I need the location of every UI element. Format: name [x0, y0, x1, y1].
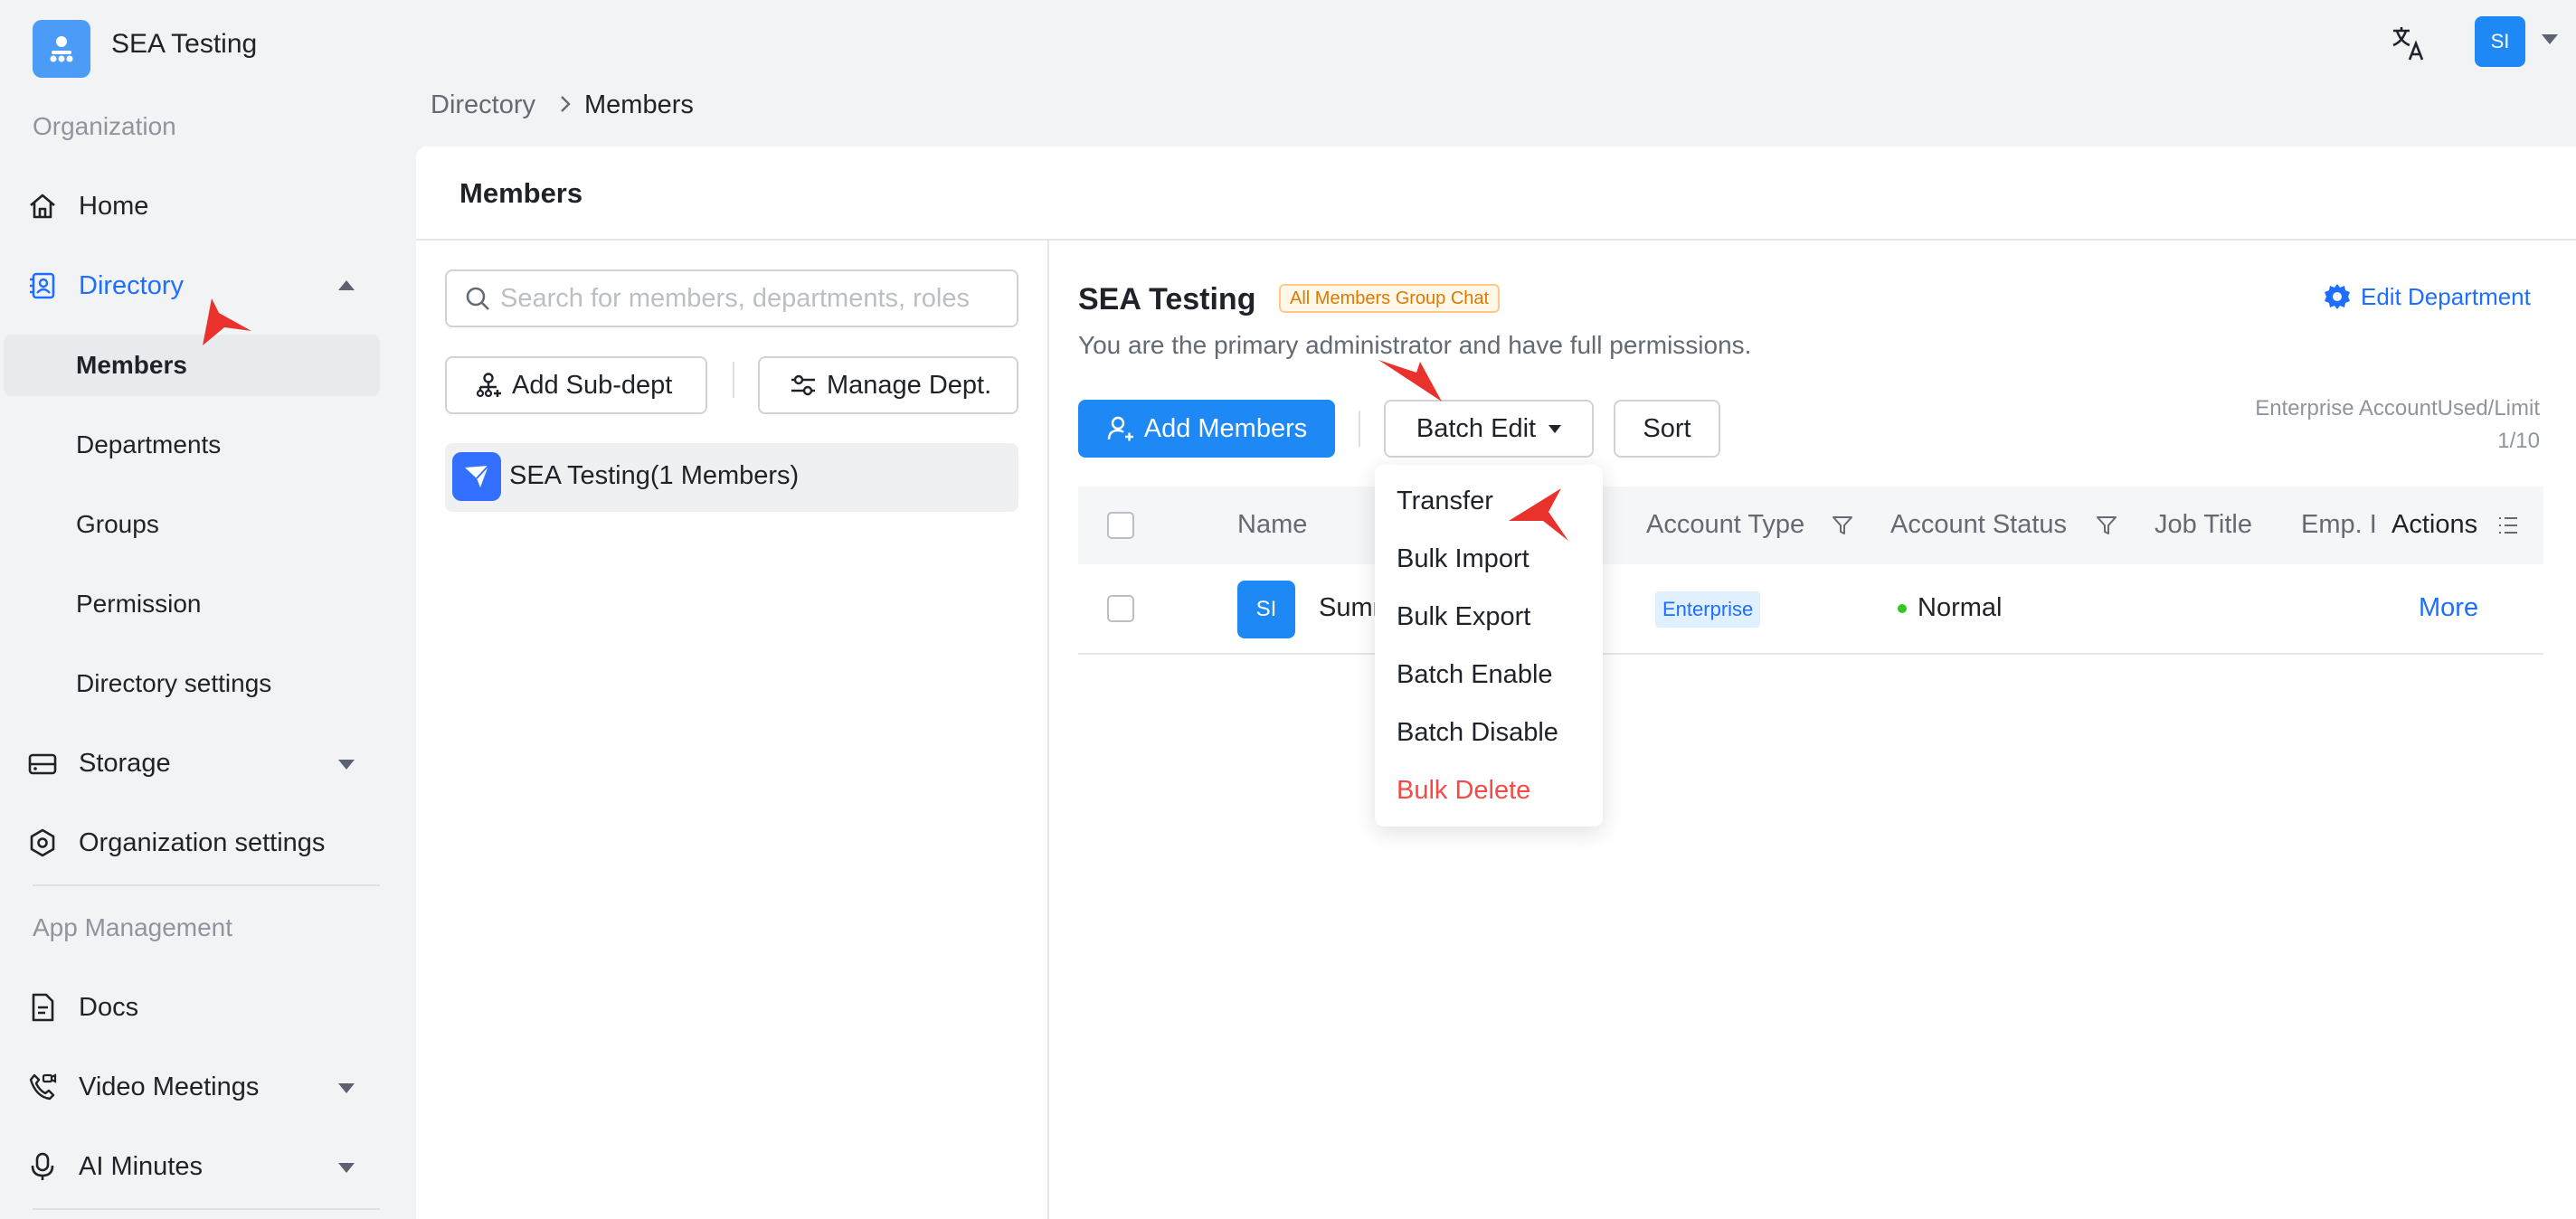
sidebar-section-apps: App Management	[33, 913, 233, 941]
sidebar-item-storage[interactable]: Storage	[0, 732, 380, 794]
account-type-tag: Enterprise	[1655, 591, 1761, 628]
sidebar-divider	[33, 884, 380, 886]
search-icon	[466, 287, 489, 310]
sort-button[interactable]: Sort	[1614, 400, 1720, 458]
chevron-up-icon[interactable]	[338, 280, 355, 290]
column-name: Name	[1237, 510, 1308, 539]
app-name: SEA Testing	[111, 29, 258, 59]
select-all-checkbox[interactable]	[1107, 512, 1134, 539]
chevron-down-icon[interactable]	[338, 1163, 355, 1173]
row-checkbox[interactable]	[1107, 595, 1134, 622]
account-quota-value: 1/10	[2497, 429, 2540, 453]
breadcrumb-current: Members	[584, 90, 694, 119]
translate-icon[interactable]	[2388, 24, 2428, 63]
sidebar-divider	[33, 1208, 380, 1210]
video-call-icon	[29, 1073, 57, 1101]
sidebar-item-docs[interactable]: Docs	[0, 977, 380, 1038]
sidebar-item-label: Organization settings	[79, 827, 326, 857]
button-separator	[733, 362, 734, 398]
manage-dept-label: Manage Dept.	[827, 370, 992, 400]
card-divider	[416, 239, 2576, 241]
menu-item-batch-enable[interactable]: Batch Enable	[1397, 660, 1553, 690]
column-job-title: Job Title	[2155, 510, 2252, 539]
sidebar-section-organization: Organization	[33, 112, 176, 140]
sidebar-item-members[interactable]: Members	[76, 351, 187, 380]
user-avatar[interactable]: SI	[2475, 16, 2525, 67]
manage-dept-button[interactable]: Manage Dept.	[758, 356, 1018, 414]
menu-item-bulk-delete[interactable]: Bulk Delete	[1397, 776, 1530, 806]
column-emp-id: Emp. I	[2301, 510, 2377, 539]
column-settings-icon[interactable]	[2496, 514, 2520, 537]
org-chart-add-icon	[476, 373, 501, 398]
microphone-icon	[31, 1152, 54, 1180]
sidebar-item-directory-settings[interactable]: Directory settings	[76, 669, 271, 698]
chevron-down-icon[interactable]	[2542, 34, 2558, 44]
chevron-right-icon	[561, 96, 571, 112]
filter-icon[interactable]	[2095, 514, 2118, 537]
edit-department-label: Edit Department	[2361, 282, 2531, 310]
sidebar-item-label: Directory	[79, 270, 185, 300]
page-title: Members	[459, 177, 583, 209]
gear-icon	[2325, 284, 2350, 309]
sidebar-item-label: AI Minutes	[79, 1151, 203, 1181]
sidebar-item-organization-settings[interactable]: Organization settings	[0, 812, 380, 874]
annotation-arrow-icon	[203, 298, 251, 345]
sidebar-item-label: Docs	[79, 992, 139, 1022]
sidebar-item-permission[interactable]: Permission	[76, 590, 201, 619]
account-quota-label: Enterprise AccountUsed/Limit	[2255, 396, 2540, 421]
add-members-button[interactable]: Add Members	[1078, 400, 1335, 458]
status-dot	[1898, 604, 1907, 613]
group-chat-tag[interactable]: All Members Group Chat	[1279, 284, 1501, 313]
edit-department-link[interactable]: Edit Department	[2323, 282, 2531, 311]
sidebar-item-home[interactable]: Home	[0, 175, 380, 237]
add-members-label: Add Members	[1143, 413, 1308, 443]
contacts-icon	[30, 272, 55, 299]
sidebar-item-groups[interactable]: Groups	[76, 510, 159, 539]
sidebar-item-label: Home	[79, 191, 149, 221]
member-avatar: SI	[1237, 581, 1295, 638]
column-account-status: Account Status	[1890, 510, 2068, 539]
column-actions: Actions	[2391, 510, 2478, 539]
dept-tree-label[interactable]: SEA Testing(1 Members)	[509, 461, 799, 491]
add-subdept-button[interactable]: Add Sub-dept	[445, 356, 707, 414]
toolbar-separator	[1359, 411, 1360, 447]
sidebar-item-ai-minutes[interactable]: AI Minutes	[0, 1136, 380, 1197]
annotation-arrow-icon	[1509, 488, 1568, 541]
account-status: Normal	[1918, 593, 2003, 622]
filter-icon[interactable]	[1831, 514, 1854, 537]
menu-item-bulk-import[interactable]: Bulk Import	[1397, 544, 1530, 574]
menu-item-bulk-export[interactable]: Bulk Export	[1397, 602, 1530, 632]
sidebar-item-departments[interactable]: Departments	[76, 430, 221, 459]
dept-logo-icon	[452, 452, 501, 501]
row-divider	[1078, 653, 2543, 655]
menu-item-transfer[interactable]: Transfer	[1397, 487, 1493, 516]
sidebar-item-label: Storage	[79, 748, 171, 778]
annotation-arrow-icon	[1378, 360, 1442, 402]
sort-label: Sort	[1643, 413, 1691, 443]
menu-item-batch-disable[interactable]: Batch Disable	[1397, 718, 1558, 748]
settings-hex-icon	[30, 828, 55, 857]
sliders-icon	[791, 374, 815, 396]
add-subdept-label: Add Sub-dept	[512, 370, 673, 400]
sidebar-item-label: Video Meetings	[79, 1072, 260, 1101]
add-user-icon	[1107, 416, 1133, 441]
more-actions-link[interactable]: More	[2419, 593, 2478, 623]
sidebar-item-video-meetings[interactable]: Video Meetings	[0, 1056, 380, 1118]
department-title: SEA Testing	[1078, 282, 1256, 317]
caret-down-icon	[1548, 424, 1562, 433]
home-icon	[30, 194, 55, 219]
chevron-down-icon[interactable]	[338, 1083, 355, 1093]
pane-divider	[1047, 241, 1049, 1219]
chevron-down-icon[interactable]	[338, 760, 355, 770]
search-input[interactable]	[500, 279, 971, 318]
breadcrumb-parent[interactable]: Directory	[431, 90, 535, 120]
batch-edit-label: Batch Edit	[1416, 413, 1537, 443]
storage-icon	[28, 753, 57, 775]
document-icon	[32, 993, 54, 1022]
column-account-type: Account Type	[1646, 510, 1805, 539]
org-logo-icon[interactable]	[33, 20, 90, 78]
